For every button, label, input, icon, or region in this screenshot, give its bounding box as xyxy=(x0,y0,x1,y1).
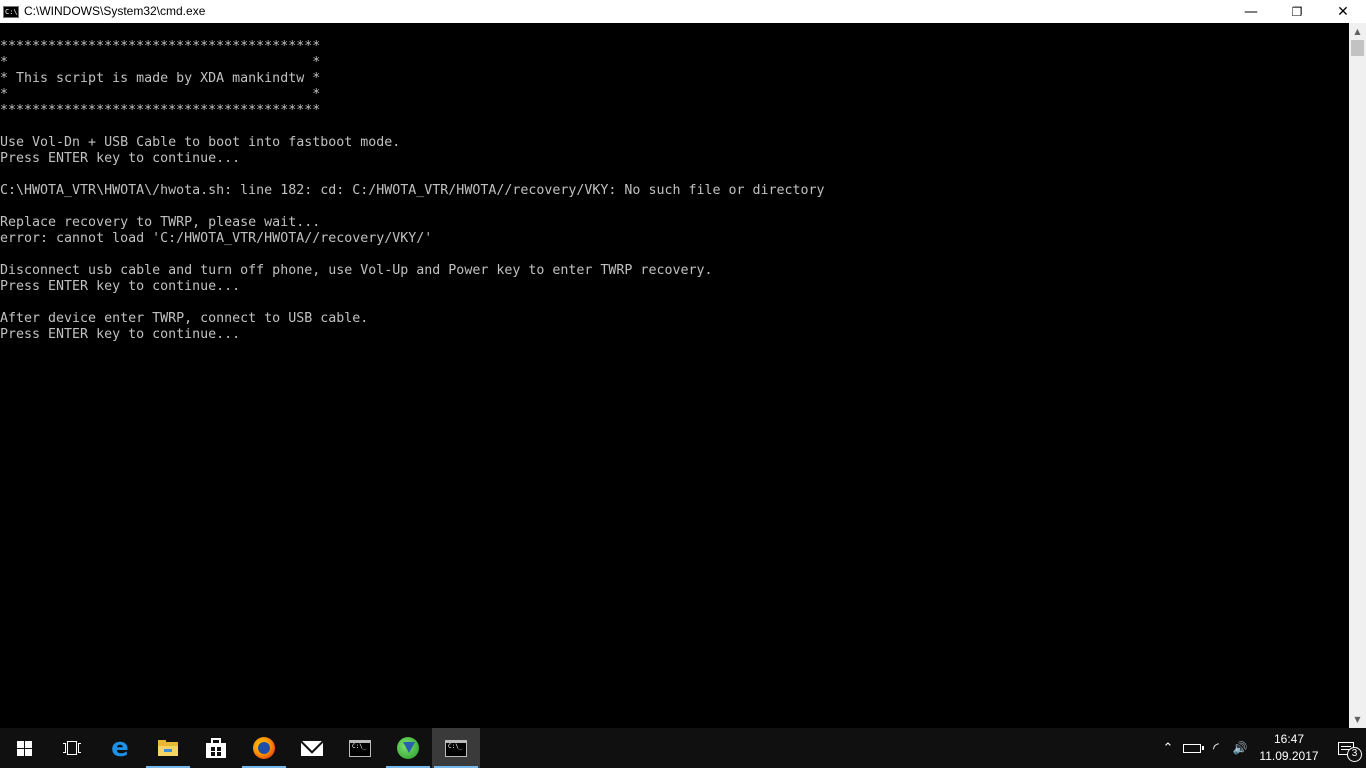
window-title: C:\WINDOWS\System32\cmd.exe xyxy=(24,4,206,18)
cmd-icon: C:\_ xyxy=(349,739,371,757)
console-line: After device enter TWRP, connect to USB … xyxy=(0,311,369,326)
console-line: C:\HWOTA_VTR\HWOTA\/hwota.sh: line 182: … xyxy=(0,183,825,198)
console-line: Press ENTER key to continue... xyxy=(0,327,241,342)
scroll-down-icon[interactable]: ▼ xyxy=(1349,711,1366,728)
title-bar[interactable]: C:\ C:\WINDOWS\System32\cmd.exe — ❐ ✕ xyxy=(0,0,1366,23)
notification-count-badge: 3 xyxy=(1347,747,1362,762)
start-button[interactable] xyxy=(0,728,48,768)
console-line: * * xyxy=(0,87,321,102)
console-line: Press ENTER key to continue... xyxy=(0,279,241,294)
clock[interactable]: 16:47 11.09.2017 xyxy=(1252,728,1326,768)
cmd-icon: C:\_ xyxy=(445,739,467,757)
scroll-up-icon[interactable]: ▲ xyxy=(1349,23,1366,40)
console-line: Replace recovery to TWRP, please wait... xyxy=(0,215,321,230)
wifi-icon[interactable]: ◜ xyxy=(1204,728,1228,768)
firefox-button[interactable] xyxy=(240,728,288,768)
task-view-button[interactable] xyxy=(48,728,96,768)
folder-icon xyxy=(158,740,178,756)
console-output[interactable]: ****************************************… xyxy=(0,23,1349,728)
clock-date: 11.09.2017 xyxy=(1259,749,1319,763)
firefox-icon xyxy=(253,737,275,759)
console-line: Press ENTER key to continue... xyxy=(0,151,241,166)
console-line: * This script is made by XDA mankindtw * xyxy=(0,71,321,86)
console-line: **************************************** xyxy=(0,103,321,118)
window-controls: — ❐ ✕ xyxy=(1228,0,1366,23)
action-center-button[interactable]: 3 xyxy=(1326,728,1366,768)
system-tray: ⌃ ◜ 🔊 16:47 11.09.2017 3 xyxy=(1156,728,1366,768)
console-line: **************************************** xyxy=(0,39,321,54)
cmd-app-icon: C:\ xyxy=(3,5,19,18)
show-hidden-icons-chevron-icon[interactable]: ⌃ xyxy=(1156,728,1180,768)
console-line: Use Vol-Dn + USB Cable to boot into fast… xyxy=(0,135,401,150)
store-icon xyxy=(206,738,226,758)
edge-button[interactable]: e xyxy=(96,728,144,768)
console-line: * * xyxy=(0,55,321,70)
clock-time: 16:47 xyxy=(1273,732,1305,746)
console-line: error: cannot load 'C:/HWOTA_VTR/HWOTA//… xyxy=(0,231,433,246)
store-button[interactable] xyxy=(192,728,240,768)
green-app-icon xyxy=(397,737,419,759)
volume-icon[interactable]: 🔊 xyxy=(1228,728,1252,768)
windows-logo-icon xyxy=(16,740,32,756)
file-explorer-button[interactable] xyxy=(144,728,192,768)
task-view-icon xyxy=(63,741,81,755)
mail-button[interactable] xyxy=(288,728,336,768)
cmd-active-button[interactable]: C:\_ xyxy=(432,728,480,768)
vertical-scrollbar[interactable]: ▲ ▼ xyxy=(1349,23,1366,728)
mail-icon xyxy=(301,740,323,756)
taskbar: e C:\_ C:\_ ⌃ ◜ 🔊 16:47 11.09.2017 3 xyxy=(0,728,1366,768)
cmd-button[interactable]: C:\_ xyxy=(336,728,384,768)
minimize-button[interactable]: — xyxy=(1228,0,1274,23)
close-button[interactable]: ✕ xyxy=(1320,0,1366,23)
restore-button[interactable]: ❐ xyxy=(1274,0,1320,23)
scroll-thumb[interactable] xyxy=(1351,40,1364,56)
battery-icon[interactable] xyxy=(1180,728,1204,768)
cmd-window: C:\ C:\WINDOWS\System32\cmd.exe — ❐ ✕ **… xyxy=(0,0,1366,728)
console-line: Disconnect usb cable and turn off phone,… xyxy=(0,263,713,278)
green-app-button[interactable] xyxy=(384,728,432,768)
console-lines: ****************************************… xyxy=(0,23,1349,343)
edge-icon: e xyxy=(111,733,129,763)
